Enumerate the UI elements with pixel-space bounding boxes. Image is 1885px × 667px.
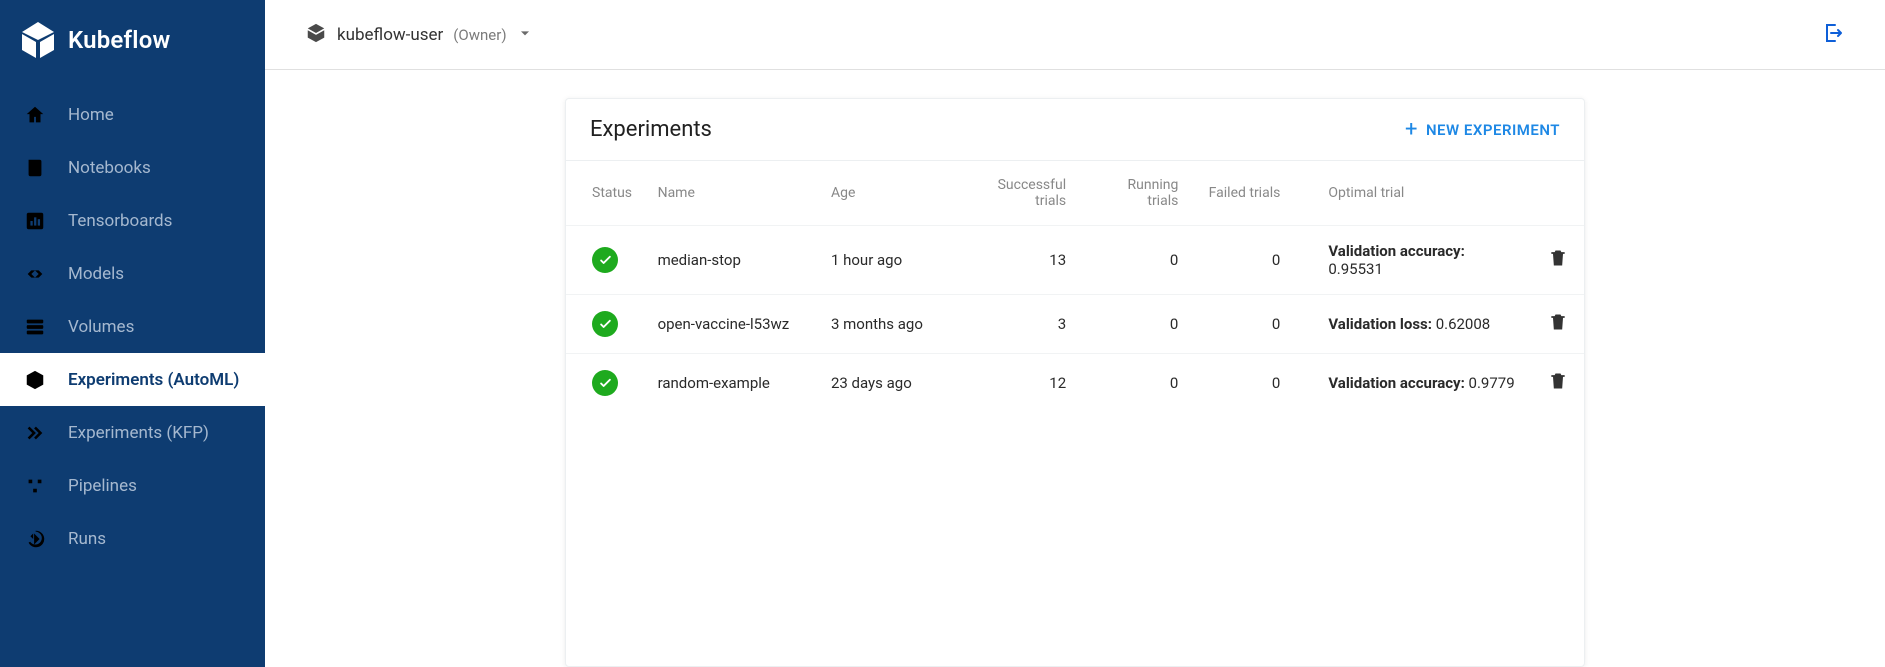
- sidebar-item-runs[interactable]: Runs: [0, 512, 265, 565]
- col-failed: Failed trials: [1196, 161, 1298, 226]
- cell-running: 0: [1084, 295, 1196, 354]
- logout-button[interactable]: [1821, 21, 1845, 49]
- sidebar-nav: Home Notebooks Tensorboards Models Volumes Ex…: [0, 88, 265, 565]
- kubeflow-logo-icon: [18, 20, 58, 60]
- sidebar-item-label: Notebooks: [68, 158, 151, 178]
- topbar: kubeflow-user (Owner): [265, 0, 1885, 70]
- box-icon: [305, 22, 327, 48]
- delete-button[interactable]: [1533, 354, 1584, 413]
- cell-age: 23 days ago: [819, 354, 952, 413]
- sidebar-item-label: Home: [68, 105, 114, 125]
- cell-successful: 3: [952, 295, 1085, 354]
- cell-failed: 0: [1196, 354, 1298, 413]
- sidebar-item-label: Experiments (KFP): [68, 423, 209, 443]
- brand-area: Kubeflow: [0, 0, 265, 88]
- chart-icon: [24, 210, 46, 232]
- col-optimal: Optimal trial: [1298, 161, 1533, 226]
- col-actions: [1533, 161, 1584, 226]
- experiments-card: Experiments + New Experiment Status Name…: [565, 98, 1585, 667]
- brand-name: Kubeflow: [68, 26, 170, 54]
- table-row[interactable]: median-stop1 hour ago1300Validation accu…: [566, 226, 1584, 295]
- sidebar-item-tensorboards[interactable]: Tensorboards: [0, 194, 265, 247]
- cell-running: 0: [1084, 354, 1196, 413]
- storage-icon: [24, 316, 46, 338]
- new-experiment-button[interactable]: + New Experiment: [1405, 119, 1560, 141]
- sidebar-item-notebooks[interactable]: Notebooks: [0, 141, 265, 194]
- cell-failed: 0: [1196, 226, 1298, 295]
- sidebar-item-label: Pipelines: [68, 476, 137, 496]
- automl-icon: [24, 369, 46, 391]
- sidebar: Kubeflow Home Notebooks Tensorboards Models…: [0, 0, 265, 667]
- link-icon: [24, 263, 46, 285]
- col-name: Name: [646, 161, 819, 226]
- sidebar-item-label: Models: [68, 264, 124, 284]
- status-success-icon: [592, 311, 618, 337]
- card-header: Experiments + New Experiment: [566, 99, 1584, 161]
- cell-name: open-vaccine-l53wz: [646, 295, 819, 354]
- cell-running: 0: [1084, 226, 1196, 295]
- sidebar-item-models[interactable]: Models: [0, 247, 265, 300]
- sidebar-item-label: Runs: [68, 529, 106, 549]
- sidebar-item-experiments-kfp-[interactable]: Experiments (KFP): [0, 406, 265, 459]
- sidebar-item-home[interactable]: Home: [0, 88, 265, 141]
- sidebar-item-experiments-automl-[interactable]: Experiments (AutoML): [0, 353, 265, 406]
- new-experiment-label: New Experiment: [1426, 121, 1560, 139]
- content: Experiments + New Experiment Status Name…: [265, 70, 1885, 667]
- kfp-icon: [24, 422, 46, 444]
- col-age: Age: [819, 161, 952, 226]
- cell-age: 1 hour ago: [819, 226, 952, 295]
- experiments-table: Status Name Age Successful trials Runnin…: [566, 161, 1584, 412]
- status-success-icon: [592, 247, 618, 273]
- cell-name: median-stop: [646, 226, 819, 295]
- cell-failed: 0: [1196, 295, 1298, 354]
- chevron-down-icon: [517, 25, 533, 45]
- cell-age: 3 months ago: [819, 295, 952, 354]
- delete-button[interactable]: [1533, 295, 1584, 354]
- delete-button[interactable]: [1533, 226, 1584, 295]
- table-row[interactable]: random-example23 days ago1200Validation …: [566, 354, 1584, 413]
- cell-name: random-example: [646, 354, 819, 413]
- pipeline-icon: [24, 475, 46, 497]
- main-area: kubeflow-user (Owner) Experiments + New …: [265, 0, 1885, 667]
- namespace-name: kubeflow-user: [337, 25, 443, 45]
- namespace-selector[interactable]: kubeflow-user (Owner): [305, 22, 533, 48]
- col-status: Status: [566, 161, 646, 226]
- book-icon: [24, 157, 46, 179]
- cell-optimal: Validation loss: 0.62008: [1298, 295, 1533, 354]
- sidebar-item-label: Tensorboards: [68, 211, 172, 231]
- sidebar-item-pipelines[interactable]: Pipelines: [0, 459, 265, 512]
- col-running: Running trials: [1084, 161, 1196, 226]
- cell-successful: 12: [952, 354, 1085, 413]
- namespace-role: (Owner): [453, 26, 506, 44]
- plus-icon: +: [1405, 119, 1418, 141]
- cell-optimal: Validation accuracy: 0.9779: [1298, 354, 1533, 413]
- cell-optimal: Validation accuracy: 0.95531: [1298, 226, 1533, 295]
- home-icon: [24, 104, 46, 126]
- status-success-icon: [592, 370, 618, 396]
- table-row[interactable]: open-vaccine-l53wz3 months ago300Validat…: [566, 295, 1584, 354]
- run-icon: [24, 528, 46, 550]
- sidebar-item-label: Volumes: [68, 317, 134, 337]
- sidebar-item-volumes[interactable]: Volumes: [0, 300, 265, 353]
- sidebar-item-label: Experiments (AutoML): [68, 370, 239, 390]
- col-successful: Successful trials: [952, 161, 1085, 226]
- cell-successful: 13: [952, 226, 1085, 295]
- card-title: Experiments: [590, 117, 712, 142]
